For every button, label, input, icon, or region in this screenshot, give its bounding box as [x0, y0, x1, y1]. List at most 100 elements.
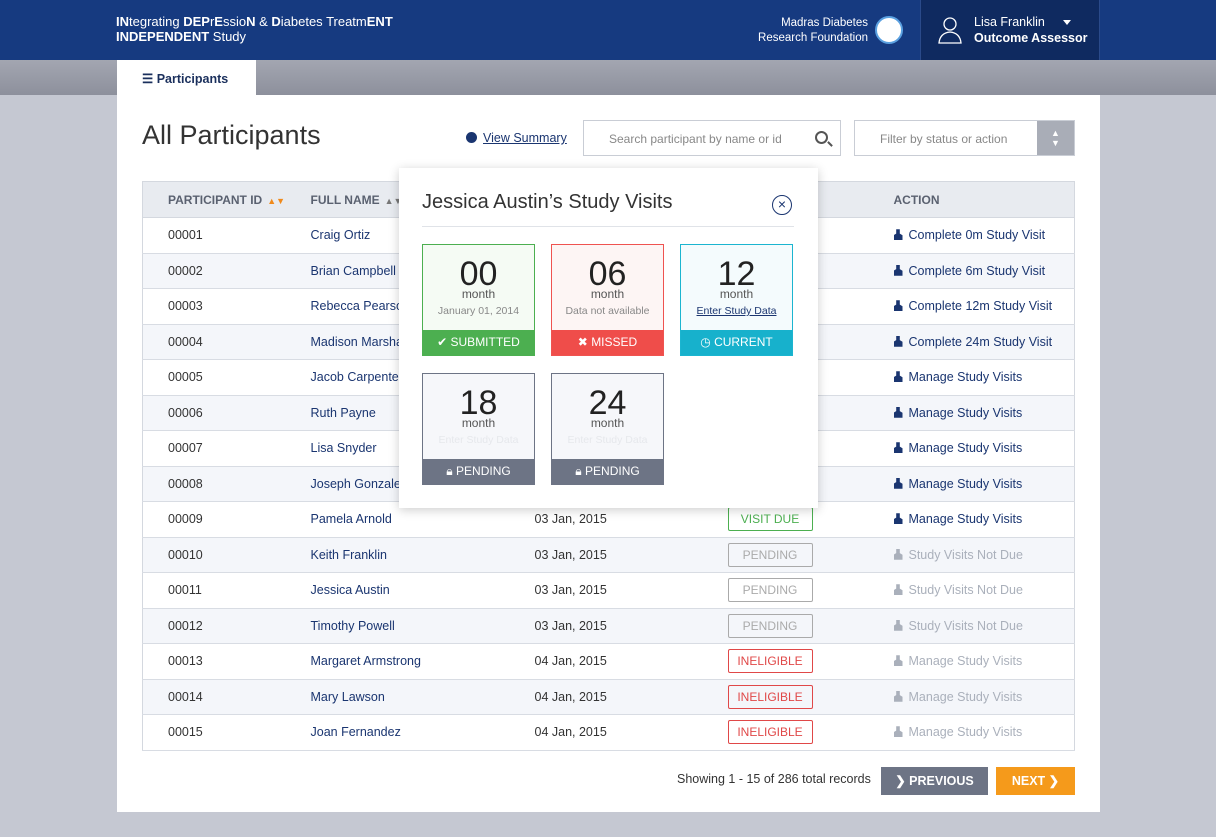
- chevron-down-icon[interactable]: [1063, 20, 1071, 25]
- action-link[interactable]: Complete 6m Study Visit: [893, 264, 1045, 278]
- visit-detail: Data not available: [565, 305, 650, 317]
- person-icon: [893, 513, 903, 525]
- col-participant-id[interactable]: PARTICIPANT ID ▲▼: [142, 181, 311, 218]
- participant-name[interactable]: Brian Campbell: [311, 264, 396, 278]
- next-button[interactable]: NEXT ❯: [996, 767, 1075, 795]
- table-row: 00013 Margaret Armstrong 04 Jan, 2015 IN…: [142, 643, 1075, 680]
- action-cell[interactable]: Manage Study Visits: [893, 359, 1075, 396]
- participant-name[interactable]: Margaret Armstrong: [311, 654, 421, 668]
- action-label: Manage Study Visits: [908, 370, 1023, 385]
- visit-card[interactable]: 12 month Enter Study Data ◷ CURRENT: [680, 244, 793, 356]
- select-arrows-icon[interactable]: ▲ ▼: [1037, 121, 1074, 155]
- participant-name[interactable]: Jacob Carpenter: [311, 370, 403, 384]
- sort-icon[interactable]: ▲▼: [267, 196, 285, 206]
- participant-name-link[interactable]: Joan Fernandez: [310, 714, 535, 751]
- action-label: Manage Study Visits: [908, 405, 1023, 420]
- person-icon: [893, 442, 903, 454]
- participant-name-link[interactable]: Mary Lawson: [310, 679, 535, 715]
- pie-chart-icon: [466, 132, 477, 143]
- action-label: Study Visits Not Due: [908, 618, 1023, 633]
- search-icon[interactable]: [815, 131, 828, 144]
- participant-name[interactable]: Mary Lawson: [311, 690, 385, 704]
- action-label: Manage Study Visits: [908, 512, 1023, 527]
- action-cell[interactable]: Manage Study Visits: [893, 501, 1075, 538]
- action-cell[interactable]: Manage Study Visits: [893, 395, 1075, 431]
- action-cell: Manage Study Visits: [893, 714, 1075, 751]
- action-cell[interactable]: Manage Study Visits: [893, 430, 1075, 467]
- participant-name[interactable]: Craig Ortiz: [311, 228, 371, 242]
- action-label: Study Visits Not Due: [908, 547, 1023, 562]
- person-icon: [893, 335, 903, 347]
- participant-id: 00002: [142, 253, 311, 289]
- status-badge: PENDING: [727, 542, 813, 567]
- brand-line-1: INtegrating DEPrEssioN & Diabetes Treatm…: [116, 14, 393, 29]
- previous-button[interactable]: ❯ PREVIOUS: [881, 767, 988, 795]
- action-link[interactable]: Complete 0m Study Visit: [893, 228, 1045, 242]
- view-summary-link[interactable]: View Summary: [466, 131, 567, 145]
- participant-id: 00008: [142, 466, 311, 502]
- page-title: All Participants: [142, 120, 321, 150]
- action-link: Study Visits Not Due: [893, 547, 1023, 562]
- visit-detail: January 01, 2014: [437, 305, 520, 317]
- action-label: Manage Study Visits: [908, 654, 1023, 669]
- tab-participants[interactable]: ☰ Participants: [117, 60, 256, 95]
- participant-name[interactable]: Rebecca Pearson: [311, 299, 410, 313]
- participant-name[interactable]: Pamela Arnold: [311, 512, 392, 526]
- menu-icon: ☰: [142, 72, 157, 86]
- action-cell[interactable]: Complete 6m Study Visit: [893, 253, 1075, 289]
- action-link[interactable]: Manage Study Visits: [893, 405, 1023, 420]
- participant-name-link[interactable]: Keith Franklin: [310, 537, 535, 573]
- person-icon: [893, 690, 903, 702]
- date: 03 Jan, 2015: [534, 537, 728, 573]
- header-label: PARTICIPANT ID: [168, 192, 263, 207]
- participant-name[interactable]: Keith Franklin: [311, 548, 387, 562]
- org-name: Madras Diabetes Research Foundation: [758, 16, 868, 46]
- table-row: 00010 Keith Franklin 03 Jan, 2015 PENDIN…: [142, 537, 1075, 573]
- visit-detail[interactable]: Enter Study Data: [681, 305, 792, 317]
- status-filter-select[interactable]: Filter by status or action ▲ ▼: [854, 120, 1075, 156]
- visit-status-label: SUBMITTED: [450, 335, 520, 349]
- participant-name-link[interactable]: Timothy Powell: [310, 608, 535, 644]
- brand-part: iabetes Treatm: [280, 14, 367, 29]
- action-cell[interactable]: Complete 24m Study Visit: [893, 324, 1075, 360]
- action-link[interactable]: Manage Study Visits: [893, 477, 1022, 491]
- org-line-1: Madras Diabetes: [781, 17, 868, 29]
- participant-name[interactable]: Joseph Gonzales: [311, 477, 408, 491]
- action-cell[interactable]: Complete 12m Study Visit: [893, 288, 1075, 325]
- participant-name[interactable]: Ruth Payne: [311, 406, 376, 420]
- search-input[interactable]: Search participant by name or id: [583, 120, 841, 156]
- participant-id: 00003: [142, 288, 311, 325]
- clock-icon: ◷: [700, 335, 715, 349]
- participant-name[interactable]: Timothy Powell: [311, 619, 395, 633]
- chevron-right-icon: ❯: [895, 774, 910, 788]
- action-link[interactable]: Manage Study Visits: [893, 370, 1023, 385]
- user-icon: [938, 17, 962, 44]
- person-icon: [893, 655, 903, 667]
- action-link[interactable]: Complete 24m Study Visit: [893, 335, 1052, 349]
- participant-name[interactable]: Madison Marshall: [311, 335, 409, 349]
- close-icon[interactable]: ×: [772, 195, 792, 215]
- header-label: FULL NAME: [310, 192, 380, 207]
- participant-id: 00011: [142, 572, 311, 609]
- action-label: Manage Study Visits: [908, 689, 1023, 704]
- status-badge: PENDING: [727, 578, 813, 603]
- participant-name-link[interactable]: Margaret Armstrong: [310, 643, 535, 680]
- filter-placeholder: Filter by status or action: [880, 132, 1008, 146]
- brand-part: &: [255, 14, 272, 29]
- action-cell[interactable]: Complete 0m Study Visit: [893, 217, 1075, 254]
- user-menu[interactable]: Lisa Franklin Outcome Assessor: [920, 0, 1100, 60]
- visit-card: 24 month Enter Study Data 🔒︎ PENDING: [551, 373, 664, 485]
- action-link[interactable]: Manage Study Visits: [893, 441, 1022, 455]
- action-label: Manage Study Visits: [908, 725, 1023, 740]
- action-link[interactable]: Manage Study Visits: [893, 512, 1023, 527]
- action-link[interactable]: Complete 12m Study Visit: [893, 299, 1052, 313]
- participant-name-link[interactable]: Jessica Austin: [310, 572, 535, 609]
- brand-bold: INDEPENDENT: [116, 29, 210, 44]
- participant-name[interactable]: Lisa Snyder: [311, 441, 377, 455]
- participant-name[interactable]: Jessica Austin: [311, 583, 390, 597]
- visit-status-label: CURRENT: [714, 335, 773, 349]
- person-icon: [893, 300, 903, 312]
- participant-name[interactable]: Joan Fernandez: [311, 725, 401, 739]
- visit-status-label: MISSED: [591, 335, 638, 349]
- action-cell[interactable]: Manage Study Visits: [893, 466, 1075, 502]
